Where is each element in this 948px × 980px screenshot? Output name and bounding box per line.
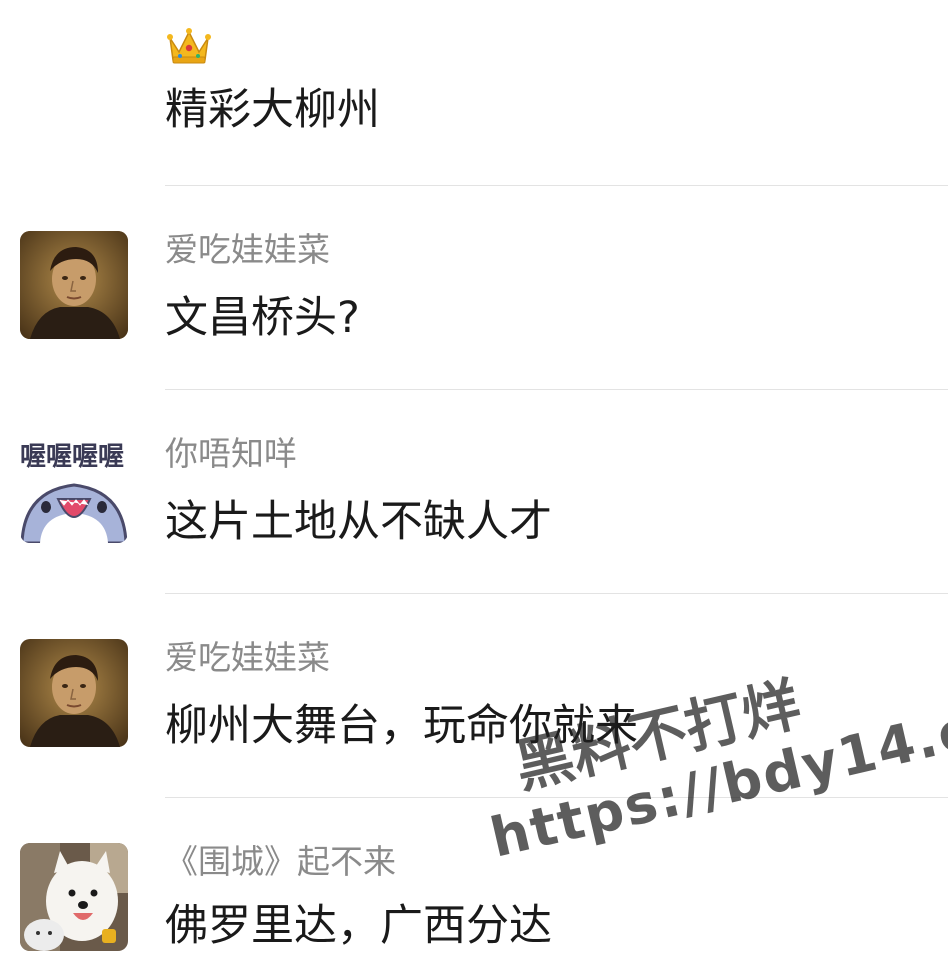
comment-item: 精彩大柳州 (0, 0, 948, 186)
user-avatar[interactable]: 喔喔喔喔 (20, 435, 128, 543)
samoyed-dog-avatar-image (20, 843, 128, 951)
comment-item: 《围城》起不来 佛罗里达，广西分达 (0, 798, 948, 980)
cartoon-shark-avatar-image: 喔喔喔喔 (20, 435, 128, 543)
comment-message: 柳州大舞台，玩命你就来 (165, 701, 638, 751)
comment-message: 这片土地从不缺人才 (165, 497, 552, 547)
comment-message: 文昌桥头? (165, 293, 360, 343)
comment-message: 精彩大柳州 (165, 85, 380, 135)
portrait-avatar-image (20, 639, 128, 747)
crown-icon (167, 28, 211, 64)
comment-username[interactable]: 爱吃娃娃菜 (165, 638, 330, 678)
comment-item: 爱吃娃娃菜 文昌桥头? (0, 186, 948, 390)
comment-item: 喔喔喔喔 你唔知咩 这片土地从不缺人才 (0, 390, 948, 594)
comment-username[interactable]: 爱吃娃娃菜 (165, 230, 330, 270)
comment-message: 佛罗里达，广西分达 (165, 901, 552, 951)
user-avatar[interactable] (20, 843, 128, 951)
portrait-avatar-image (20, 231, 128, 339)
comment-item: 爱吃娃娃菜 柳州大舞台，玩命你就来 (0, 594, 948, 798)
user-avatar[interactable] (20, 639, 128, 747)
comment-username[interactable]: 你唔知咩 (165, 434, 297, 474)
avatar-caption: 喔喔喔喔 (20, 442, 124, 472)
user-avatar[interactable] (20, 231, 128, 339)
comment-username[interactable]: 《围城》起不来 (165, 842, 396, 882)
comment-feed: 精彩大柳州 爱吃娃娃菜 文昌桥头? 喔喔喔喔 你唔知咩 这片土地从不缺人才 爱吃… (0, 0, 948, 980)
